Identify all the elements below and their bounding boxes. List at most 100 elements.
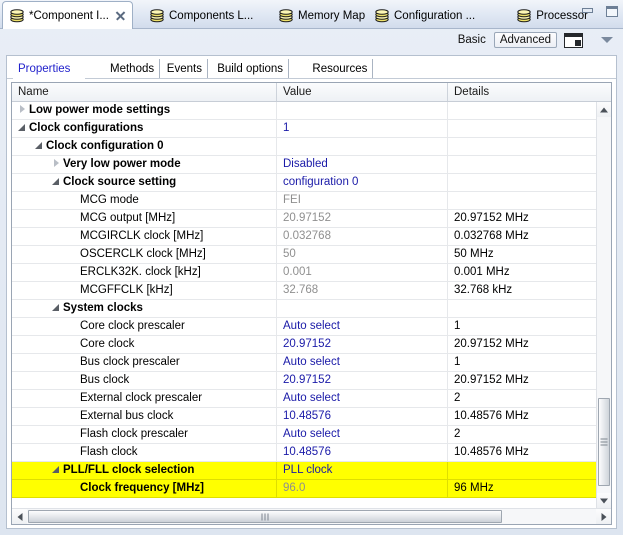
cell-value[interactable]: 20.97152 (277, 336, 448, 353)
cell-value[interactable] (277, 102, 448, 119)
expand-arrow-icon[interactable] (18, 104, 27, 114)
cell-value[interactable]: 20.97152 (277, 372, 448, 389)
table-row[interactable]: Core clock prescaler Auto select 1 (12, 318, 596, 336)
cell-value[interactable]: Auto select (277, 318, 448, 335)
cell-value[interactable]: configuration 0 (277, 174, 448, 191)
cell-name: Bus clock (12, 372, 277, 389)
close-icon[interactable] (115, 10, 126, 21)
show-panel-icon[interactable] (564, 32, 583, 48)
tree-spacer-icon (69, 320, 78, 329)
cell-value[interactable]: FEI (277, 192, 448, 209)
table-row[interactable]: MCGIRCLK clock [MHz] 0.032768 0.032768 MHz (12, 228, 596, 246)
cell-value[interactable]: Auto select (277, 426, 448, 443)
row-value-label: Auto select (283, 320, 340, 332)
table-row[interactable]: Flash clock prescaler Auto select 2 (12, 426, 596, 444)
cell-details: 96 MHz (448, 480, 596, 497)
cell-details: 1 (448, 318, 596, 335)
cell-value[interactable]: 0.001 (277, 264, 448, 281)
row-name-label: Clock configurations (29, 122, 144, 134)
vertical-scrollbar-thumb[interactable] (598, 398, 610, 486)
scroll-right-arrow-icon[interactable] (596, 509, 611, 524)
column-header-details[interactable]: Details (448, 83, 595, 101)
cell-value[interactable]: Auto select (277, 354, 448, 371)
cell-value[interactable] (277, 138, 448, 155)
table-row[interactable]: External clock prescaler Auto select 2 (12, 390, 596, 408)
row-name-label: MCG output [MHz] (80, 212, 176, 224)
cell-value[interactable]: 1 (277, 120, 448, 137)
expand-arrow-icon[interactable] (52, 158, 61, 168)
collapse-arrow-icon[interactable] (52, 464, 61, 473)
table-row[interactable]: OSCERCLK clock [MHz] 50 50 MHz (12, 246, 596, 264)
cell-value[interactable]: 96.0 (277, 480, 448, 497)
maximize-icon[interactable] (604, 5, 619, 19)
inner-tab-properties[interactable]: Properties (13, 59, 75, 78)
collapse-arrow-icon[interactable] (35, 140, 44, 149)
cell-value[interactable]: 50 (277, 246, 448, 263)
table-row[interactable]: System clocks (12, 300, 596, 318)
view-menu-chevron-icon[interactable] (601, 37, 613, 43)
collapse-arrow-icon[interactable] (52, 176, 61, 185)
horizontal-scrollbar-thumb[interactable] (28, 510, 502, 523)
table-row[interactable]: Clock frequency [MHz] 96.0 96 MHz (12, 480, 596, 498)
cell-value[interactable]: 32.768 (277, 282, 448, 299)
table-row[interactable]: External bus clock 10.48576 10.48576 MHz (12, 408, 596, 426)
row-name-label: Flash clock prescaler (80, 428, 189, 440)
row-value-label: 1 (283, 122, 290, 134)
row-details-label: 1 (454, 320, 461, 332)
editor-tab-2[interactable]: Memory Map (272, 2, 371, 29)
table-row[interactable]: MCGFFCLK [kHz] 32.768 32.768 kHz (12, 282, 596, 300)
minimize-icon[interactable] (580, 5, 595, 19)
column-header-value[interactable]: Value (277, 83, 448, 101)
scroll-up-arrow-icon[interactable] (597, 102, 611, 117)
editor-tab-3[interactable]: Configuration ... (368, 2, 481, 29)
collapse-arrow-icon[interactable] (18, 122, 27, 131)
inner-tab-resources[interactable]: Resources (307, 59, 374, 78)
table-row[interactable]: Very low power mode Disabled (12, 156, 596, 174)
cell-details: 50 MHz (448, 246, 596, 263)
table-row[interactable]: PLL/FLL clock selection PLL clock (12, 462, 596, 480)
row-details-label: 10.48576 MHz (454, 410, 529, 422)
editor-tab-1[interactable]: Components L... (143, 2, 259, 29)
cell-value[interactable]: Auto select (277, 390, 448, 407)
row-name-label: ERCLK32K. clock [kHz] (80, 266, 201, 278)
table-row[interactable]: Clock source setting configuration 0 (12, 174, 596, 192)
row-value-label: configuration 0 (283, 176, 359, 188)
vertical-scrollbar[interactable] (596, 102, 611, 508)
cell-value[interactable]: 10.48576 (277, 444, 448, 461)
inner-tab-events[interactable]: Events (162, 59, 208, 78)
table-row[interactable]: Core clock 20.97152 20.97152 MHz (12, 336, 596, 354)
cell-details: 20.97152 MHz (448, 210, 596, 227)
collapse-arrow-icon[interactable] (52, 302, 61, 311)
inner-tab-label: Properties (18, 62, 71, 75)
table-row[interactable]: Low power mode settings (12, 102, 596, 120)
table-row[interactable]: MCG mode FEI (12, 192, 596, 210)
advanced-mode-button[interactable]: Advanced (493, 32, 557, 48)
table-row[interactable]: MCG output [MHz] 20.97152 20.97152 MHz (12, 210, 596, 228)
basic-mode-button[interactable]: Basic (454, 32, 490, 48)
cell-value[interactable]: 0.032768 (277, 228, 448, 245)
row-name-label: External clock prescaler (80, 392, 203, 404)
inner-tab-methods[interactable]: Methods (105, 59, 161, 78)
table-row[interactable]: Bus clock 20.97152 20.97152 MHz (12, 372, 596, 390)
cell-value[interactable]: 20.97152 (277, 210, 448, 227)
cell-value[interactable] (277, 300, 448, 317)
scroll-down-arrow-icon[interactable] (597, 493, 611, 508)
inner-tab-build-options[interactable]: Build options (212, 59, 290, 78)
table-row[interactable]: Bus clock prescaler Auto select 1 (12, 354, 596, 372)
table-row[interactable]: Flash clock 10.48576 10.48576 MHz (12, 444, 596, 462)
table-row[interactable]: Clock configuration 0 (12, 138, 596, 156)
cell-value[interactable]: PLL clock (277, 462, 448, 479)
row-details-label: 1 (454, 356, 461, 368)
cell-value[interactable]: Disabled (277, 156, 448, 173)
cell-name: Core clock prescaler (12, 318, 277, 335)
table-row[interactable]: ERCLK32K. clock [kHz] 0.001 0.001 MHz (12, 264, 596, 282)
component-icon (9, 8, 25, 23)
horizontal-scrollbar[interactable] (12, 508, 611, 524)
row-value-label: 10.48576 (283, 410, 331, 422)
editor-tab-0[interactable]: *Component I... (2, 1, 133, 29)
scroll-left-arrow-icon[interactable] (12, 509, 27, 524)
cell-value[interactable]: 10.48576 (277, 408, 448, 425)
column-header-name[interactable]: Name (12, 83, 277, 101)
table-row[interactable]: Clock configurations 1 (12, 120, 596, 138)
cell-details: 2 (448, 426, 596, 443)
